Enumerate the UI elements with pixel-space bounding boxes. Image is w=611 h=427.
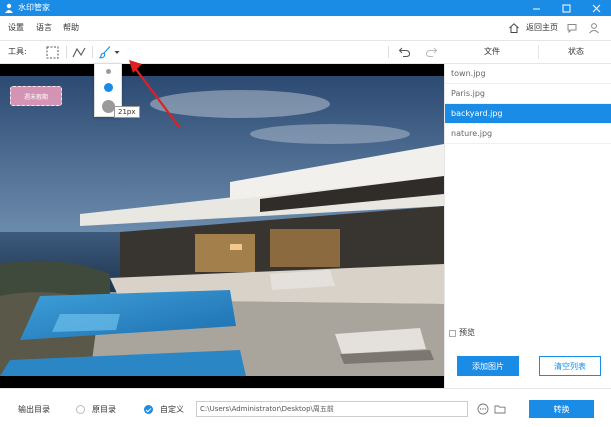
- home-icon[interactable]: [508, 22, 520, 34]
- user-icon[interactable]: [588, 22, 600, 34]
- polyline-icon: [72, 47, 86, 57]
- redo-icon: [425, 47, 437, 57]
- app-title: 水印管家: [18, 3, 50, 12]
- watermark-stamp[interactable]: 週末假期: [10, 86, 62, 106]
- file-row[interactable]: town.jpg: [445, 64, 611, 84]
- brush-tool[interactable]: [97, 44, 113, 60]
- toolbar-divider: [66, 46, 67, 58]
- menu-bar: 设置 语言 帮助 返回主页: [0, 16, 611, 40]
- brush-icon: [99, 46, 111, 59]
- toolbar-divider: [388, 46, 389, 58]
- status-column-header: 状态: [568, 47, 584, 56]
- radio-custom-dir[interactable]: [144, 405, 153, 414]
- chat-icon[interactable]: [566, 22, 578, 34]
- more-options-icon[interactable]: [477, 403, 489, 415]
- undo-button[interactable]: [396, 44, 412, 60]
- output-path-input[interactable]: [196, 401, 468, 417]
- menu-item-language[interactable]: 语言: [36, 23, 52, 33]
- toolbar-divider: [92, 46, 93, 58]
- select-rect-icon: [46, 46, 58, 58]
- preview-image: [0, 64, 444, 388]
- menu-item-help[interactable]: 帮助: [63, 23, 79, 33]
- brush-size-medium[interactable]: [104, 83, 113, 92]
- person-icon: [5, 3, 13, 13]
- maximize-icon: [562, 4, 570, 12]
- title-bar: 水印管家: [0, 0, 611, 16]
- tools-label: 工具:: [8, 47, 27, 56]
- polyline-tool[interactable]: [71, 44, 87, 60]
- output-dir-label: 输出目录: [18, 405, 50, 414]
- select-rect-tool[interactable]: [44, 44, 60, 60]
- file-list: town.jpg Paris.jpg backyard.jpg nature.j…: [444, 64, 611, 388]
- radio-original-dir[interactable]: [76, 405, 85, 414]
- minimize-icon: [532, 8, 540, 9]
- preview-label: 预览: [459, 328, 475, 337]
- file-row[interactable]: Paris.jpg: [445, 84, 611, 104]
- file-column-header: 文件: [484, 47, 500, 56]
- preview-checkbox[interactable]: [449, 330, 456, 337]
- brush-size-small[interactable]: [106, 69, 111, 74]
- toolbar: 工具: 文件 状态: [0, 40, 611, 64]
- add-image-button[interactable]: 添加图片: [457, 356, 519, 376]
- convert-button[interactable]: 转换: [529, 400, 594, 418]
- file-row-selected[interactable]: backyard.jpg: [445, 104, 611, 124]
- redo-button[interactable]: [423, 44, 439, 60]
- annotation-arrow: [129, 60, 181, 129]
- brush-size-tooltip: 21px: [114, 106, 140, 118]
- menu-item-settings[interactable]: 设置: [8, 23, 24, 33]
- undo-icon: [398, 47, 410, 57]
- clear-list-button[interactable]: 清空列表: [539, 356, 601, 376]
- image-canvas[interactable]: 週末假期: [0, 64, 444, 388]
- folder-icon[interactable]: [494, 403, 506, 415]
- home-link[interactable]: 返回主页: [526, 23, 558, 33]
- minimize-button[interactable]: [521, 0, 551, 16]
- close-icon: [592, 4, 600, 12]
- close-button[interactable]: [581, 0, 611, 16]
- radio-custom-label: 自定义: [160, 405, 184, 414]
- radio-original-label: 原目录: [92, 405, 116, 414]
- file-row[interactable]: nature.jpg: [445, 124, 611, 144]
- output-bar: 输出目录 原目录 自定义 转换: [0, 388, 611, 427]
- maximize-button[interactable]: [551, 0, 581, 16]
- header-divider: [538, 45, 539, 59]
